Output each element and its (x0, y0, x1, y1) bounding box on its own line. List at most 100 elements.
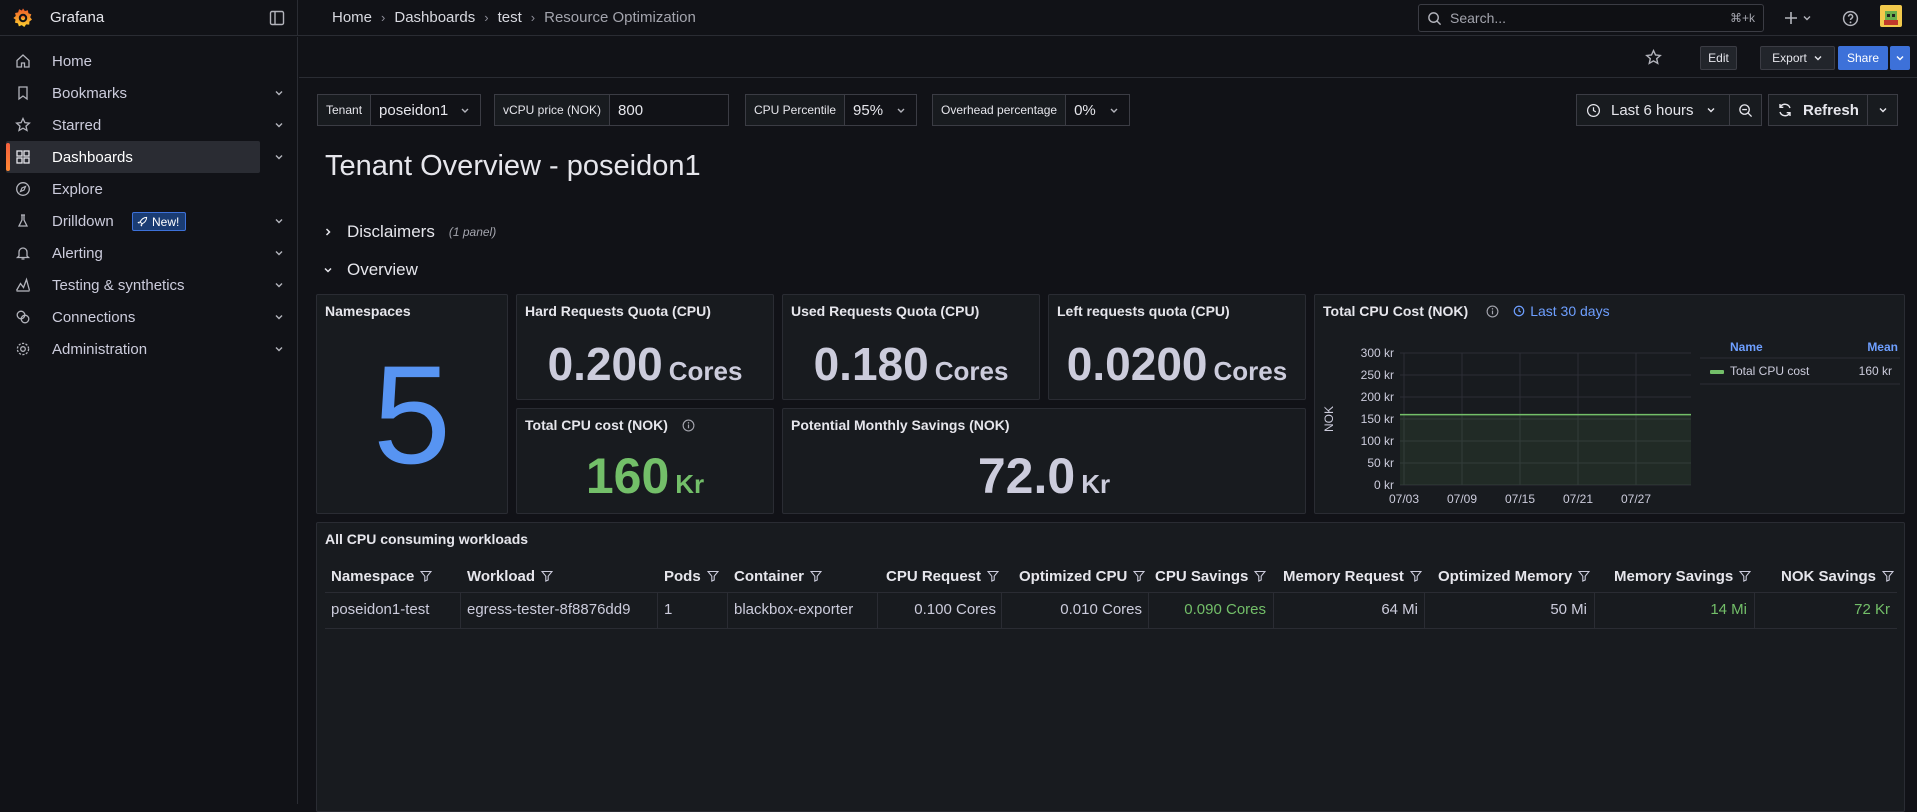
edit-button[interactable]: Edit (1700, 46, 1737, 70)
refresh-interval-button[interactable] (1868, 94, 1898, 126)
stat-unit: Kr (1081, 469, 1111, 499)
y-tick-label: 100 kr (1361, 434, 1394, 448)
info-icon[interactable] (682, 419, 695, 432)
filter-icon[interactable] (1254, 570, 1267, 582)
filter-icon[interactable] (541, 570, 554, 582)
filter-icon[interactable] (1133, 570, 1146, 582)
column-header-optimized-memory[interactable]: Optimized Memory (1438, 568, 1591, 585)
panel-used-quota: Used Requests Quota (CPU) 0.180 Cores (782, 294, 1040, 400)
column-header-nok-savings[interactable]: NOK Savings (1781, 568, 1895, 585)
sidebar-item-alerting[interactable]: Alerting (0, 237, 298, 269)
grafana-logo-icon[interactable] (12, 7, 34, 29)
sidebar-item-dashboards[interactable]: Dashboards (6, 141, 283, 173)
filter-icon[interactable] (810, 570, 823, 582)
home-icon (16, 54, 30, 68)
breadcrumb-home[interactable]: Home (332, 9, 372, 26)
filter-icon[interactable] (420, 570, 433, 582)
column-header-memory-request[interactable]: Memory Request (1283, 568, 1422, 585)
row-disclaimers[interactable]: Disclaimers (1 panel) (323, 222, 496, 242)
table-cell: egress-tester-8f8876dd9 (467, 601, 631, 618)
sidebar-item-drilldown[interactable]: Drilldown New! (0, 205, 298, 237)
sidebar-item-testing[interactable]: Testing & synthetics (0, 269, 298, 301)
filter-icon[interactable] (1409, 570, 1422, 582)
search-shortcut: ⌘+k (1729, 11, 1755, 25)
y-tick-label: 150 kr (1361, 412, 1394, 426)
panel-title-wrap: Total CPU cost (NOK) (525, 417, 695, 433)
sidebar-item-starred[interactable]: Starred (0, 109, 298, 141)
filter-icon[interactable] (1578, 570, 1591, 582)
sidebar-item-connections[interactable]: Connections (0, 301, 298, 333)
star-icon[interactable] (1645, 49, 1662, 66)
share-button[interactable]: Share (1838, 46, 1888, 70)
filter-icon[interactable] (1882, 570, 1895, 582)
breadcrumb-separator-icon: › (381, 10, 386, 25)
time-range-label: Last 6 hours (1611, 101, 1694, 119)
cpu-percentile-select[interactable]: 95% (845, 94, 918, 126)
overhead-select[interactable]: 0% (1066, 94, 1131, 126)
chevron-down-icon[interactable] (274, 248, 284, 258)
stat-value: 0.0200 Cores (1049, 337, 1305, 391)
row-overview[interactable]: Overview (323, 260, 418, 280)
column-header-cpu-request[interactable]: CPU Request (886, 568, 1000, 585)
legend-swatch (1710, 370, 1724, 374)
time-range-picker[interactable]: Last 6 hours (1576, 94, 1730, 126)
apps-icon (16, 150, 30, 164)
column-header-namespace[interactable]: Namespace (331, 568, 433, 585)
profile-button[interactable] (1880, 5, 1902, 27)
panel-title: Potential Monthly Savings (NOK) (791, 417, 1010, 433)
dashboard-toolbar: Edit Export Share (299, 37, 1917, 78)
variable-value: 95% (853, 101, 884, 119)
chevron-down-icon[interactable] (274, 216, 284, 226)
filter-icon[interactable] (706, 570, 719, 582)
sidebar-item-label: Alerting (52, 244, 103, 262)
column-header-label: NOK Savings (1781, 568, 1877, 585)
column-header-memory-savings[interactable]: Memory Savings (1614, 568, 1752, 585)
chevron-down-icon (1803, 16, 1811, 21)
variable-overhead: Overhead percentage 0% (932, 94, 1131, 126)
chevron-down-icon[interactable] (274, 280, 284, 290)
sidebar-item-administration[interactable]: Administration (0, 333, 298, 365)
share-menu-button[interactable] (1890, 46, 1910, 70)
chevron-down-icon (1110, 108, 1118, 113)
chevron-down-icon (897, 108, 905, 113)
breadcrumb-folder[interactable]: test (498, 9, 522, 26)
table-header-divider (325, 592, 1897, 593)
stat-value: 5 (317, 345, 507, 485)
breadcrumb-separator-icon: › (484, 10, 489, 25)
search-input[interactable]: Search... ⌘+k (1418, 4, 1764, 32)
tenant-select[interactable]: poseidon1 (371, 94, 482, 126)
filter-icon[interactable] (1739, 570, 1752, 582)
chevron-down-icon[interactable] (274, 152, 284, 162)
column-header-cpu-savings[interactable]: CPU Savings (1155, 568, 1267, 585)
new-menu-button[interactable] (1783, 8, 1812, 28)
filter-icon[interactable] (987, 570, 1000, 582)
dock-menu-icon[interactable] (269, 10, 285, 26)
chevron-down-icon[interactable] (274, 88, 284, 98)
sidebar-item-home[interactable]: Home (0, 45, 298, 77)
chevron-down-icon[interactable] (274, 312, 284, 322)
new-badge: New! (132, 212, 187, 231)
column-divider (460, 592, 461, 628)
sidebar-item-bookmarks[interactable]: Bookmarks (0, 77, 298, 109)
column-header-optimized-cpu[interactable]: Optimized CPU (1019, 568, 1146, 585)
chevron-down-icon[interactable] (274, 120, 284, 130)
panel-title: Namespaces (325, 303, 411, 319)
column-header-label: Optimized CPU (1019, 568, 1128, 585)
chevron-down-icon[interactable] (274, 344, 284, 354)
refresh-button[interactable]: Refresh (1768, 94, 1868, 126)
chevron-down-icon (1879, 108, 1886, 113)
zoom-out-button[interactable] (1730, 94, 1762, 126)
breadcrumb-dashboards[interactable]: Dashboards (394, 9, 475, 26)
link-icon (16, 310, 30, 324)
variable-value: 800 (618, 101, 644, 119)
variable-label: Overhead percentage (932, 94, 1067, 126)
zoom-out-icon (1739, 103, 1753, 117)
help-button[interactable] (1842, 8, 1859, 28)
x-tick-label: 07/21 (1563, 492, 1593, 506)
sidebar-item-explore[interactable]: Explore (0, 173, 298, 205)
export-button[interactable]: Export (1760, 46, 1835, 70)
column-header-pods[interactable]: Pods (664, 568, 719, 585)
column-header-workload[interactable]: Workload (467, 568, 554, 585)
vcpu-price-input[interactable]: 800 (610, 94, 730, 126)
column-header-container[interactable]: Container (734, 568, 823, 585)
